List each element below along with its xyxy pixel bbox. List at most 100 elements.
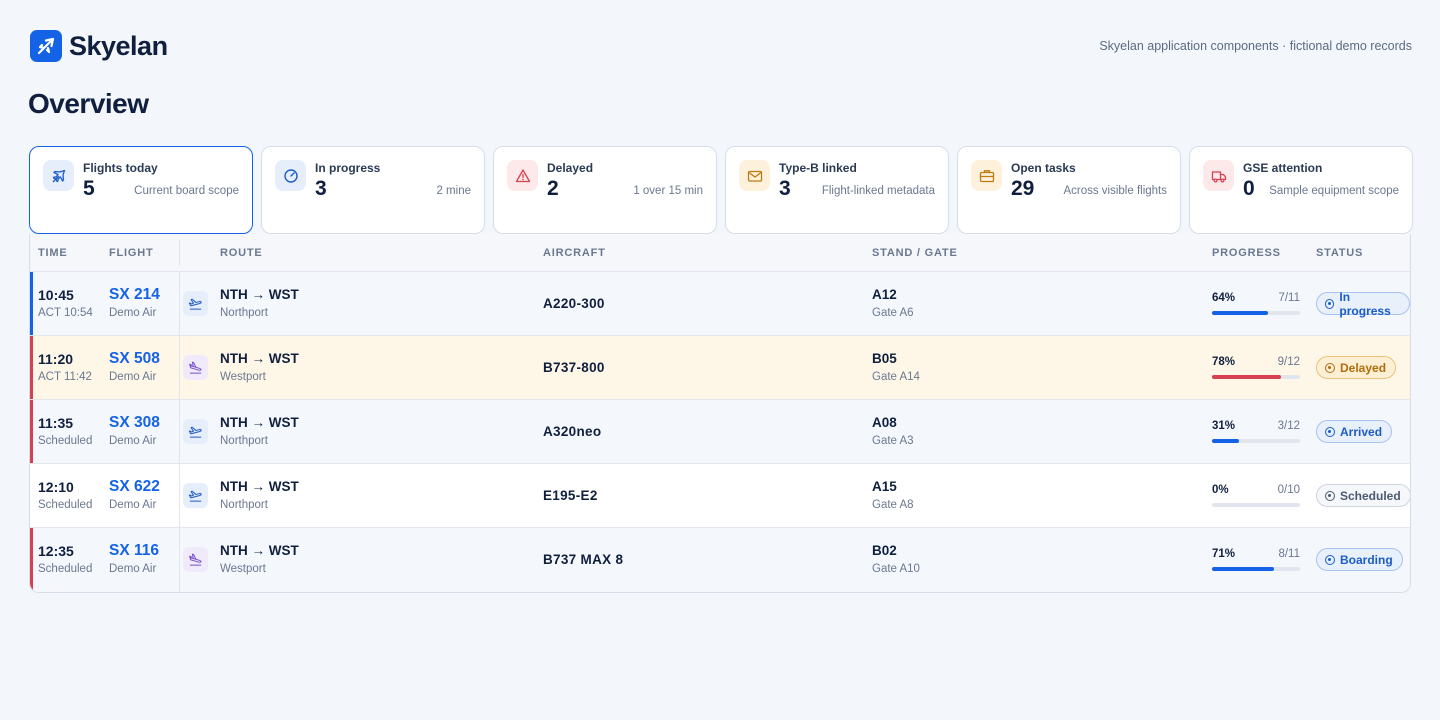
progress-fill	[1212, 375, 1281, 379]
progress-count: 0/10	[1277, 484, 1300, 496]
status-badge[interactable]: Boarding	[1316, 548, 1403, 571]
card-value: 0	[1243, 177, 1255, 200]
row-gate: Gate A3	[872, 435, 914, 447]
progress-count: 9/12	[1277, 356, 1300, 368]
row-stand: B02	[872, 543, 897, 558]
col-header-status[interactable]: STATUS	[1316, 247, 1363, 259]
col-header-progress[interactable]: PROGRESS	[1212, 247, 1281, 259]
table-row[interactable]: 10:45 ACT 10:54 SX 214 Demo Air NTH → WS…	[30, 272, 1410, 336]
col-header-time[interactable]: TIME	[38, 247, 67, 259]
row-aircraft: A320neo	[543, 424, 602, 439]
arrival-icon	[183, 355, 208, 380]
row-gate: Gate A6	[872, 307, 914, 319]
card-in-progress[interactable]: In progress 3 2 mine	[261, 146, 485, 234]
progress-bar	[1212, 311, 1300, 315]
gauge-icon	[275, 160, 306, 191]
flight-link[interactable]: SX 214	[109, 286, 160, 304]
logo-plane-icon	[30, 30, 62, 62]
app-name: Skyelan	[69, 30, 168, 61]
row-airline: Demo Air	[109, 435, 157, 447]
status-badge[interactable]: In progress	[1316, 290, 1410, 318]
progress-bar	[1212, 567, 1300, 571]
card-flights-today[interactable]: Flights today 5 Current board scope	[29, 146, 253, 234]
row-gate: Gate A10	[872, 563, 920, 575]
card-label: Type-B linked	[779, 161, 857, 175]
status-label: Arrived	[1340, 424, 1383, 439]
status-label: Scheduled	[1340, 488, 1401, 503]
table-row[interactable]: 12:35 Scheduled SX 116 Demo Air NTH → WS…	[30, 528, 1410, 592]
row-stand: A12	[872, 287, 897, 302]
card-label: Delayed	[547, 161, 594, 175]
col-header-flight[interactable]: FLIGHT	[109, 247, 154, 259]
progress-bar	[1212, 375, 1300, 379]
departure-icon	[183, 291, 208, 316]
card-value: 2	[547, 177, 559, 200]
briefcase-icon	[971, 160, 1002, 191]
card-value: 3	[315, 177, 327, 200]
row-airline: Demo Air	[109, 563, 157, 575]
progress-percent: 0%	[1212, 484, 1229, 496]
mail-icon	[739, 160, 770, 191]
table-row[interactable]: 11:35 Scheduled SX 308 Demo Air NTH → WS…	[30, 400, 1410, 464]
departure-icon	[183, 419, 208, 444]
row-route-sub: Westport	[220, 563, 266, 575]
card-open-tasks[interactable]: Open tasks 29 Across visible flights	[957, 146, 1181, 234]
flight-link[interactable]: SX 308	[109, 414, 160, 432]
card-type-b-linked[interactable]: Type-B linked 3 Flight-linked metadata	[725, 146, 949, 234]
progress-fill	[1212, 567, 1275, 571]
row-stand: A15	[872, 479, 897, 494]
page-title: Overview	[28, 88, 149, 119]
card-label: Flights today	[83, 161, 158, 175]
progress-fill	[1212, 439, 1240, 443]
flight-link[interactable]: SX 508	[109, 350, 160, 368]
col-header-stand[interactable]: STAND / GATE	[872, 247, 958, 259]
card-value: 3	[779, 177, 791, 200]
warning-icon	[507, 160, 538, 191]
departure-icon	[183, 483, 208, 508]
column-divider	[179, 240, 180, 266]
card-sub: 1 over 15 min	[633, 185, 703, 197]
col-header-route[interactable]: ROUTE	[220, 247, 263, 259]
card-gse-attention[interactable]: GSE attention 0 Sample equipment scope	[1189, 146, 1413, 234]
status-badge[interactable]: Arrived	[1316, 420, 1393, 443]
status-badge[interactable]: Delayed	[1316, 356, 1397, 379]
row-time-sub: Scheduled	[38, 499, 93, 511]
table-row[interactable]: 12:10 Scheduled SX 622 Demo Air NTH → WS…	[30, 464, 1410, 528]
status-label: Boarding	[1340, 552, 1393, 567]
row-time-sub: Scheduled	[38, 563, 93, 575]
row-indicator	[30, 400, 33, 463]
app-header: Skyelan Skyelan application components ·…	[30, 30, 1412, 62]
progress-bar	[1212, 503, 1300, 507]
row-airline: Demo Air	[109, 371, 157, 383]
row-airline: Demo Air	[109, 499, 157, 511]
row-indicator	[30, 272, 33, 335]
table-row[interactable]: 11:20 ACT 11:42 SX 508 Demo Air NTH → WS…	[30, 336, 1410, 400]
row-route-sub: Westport	[220, 371, 266, 383]
progress-percent: 71%	[1212, 548, 1236, 560]
truck-icon	[1203, 160, 1234, 191]
status-badge[interactable]: Scheduled	[1316, 484, 1410, 507]
row-gate: Gate A8	[872, 499, 914, 511]
card-delayed[interactable]: Delayed 2 1 over 15 min	[493, 146, 717, 234]
row-time: 12:10	[38, 479, 74, 495]
row-time: 12:35	[38, 543, 74, 559]
progress-percent: 64%	[1212, 292, 1236, 304]
status-label: Delayed	[1340, 360, 1387, 375]
row-time-sub: ACT 10:54	[38, 307, 93, 319]
progress-fill	[1212, 311, 1269, 315]
row-time-sub: ACT 11:42	[38, 371, 92, 383]
col-header-aircraft[interactable]: AIRCRAFT	[543, 247, 606, 259]
flight-link[interactable]: SX 622	[109, 478, 160, 496]
flights-table: TIME FLIGHT ROUTE AIRCRAFT STAND / GATE …	[29, 234, 1411, 593]
flight-link[interactable]: SX 116	[109, 542, 159, 560]
card-value: 5	[83, 177, 95, 200]
progress-count: 7/11	[1278, 292, 1300, 304]
card-sub: Sample equipment scope	[1269, 185, 1399, 197]
status-dot-icon	[1325, 554, 1335, 565]
row-route: NTH → WST	[220, 479, 299, 494]
card-value: 29	[1011, 177, 1035, 200]
summary-cards: Flights today 5 Current board scope In p…	[29, 146, 1413, 234]
status-dot-icon	[1325, 426, 1335, 437]
row-indicator	[30, 528, 33, 592]
progress-bar	[1212, 439, 1300, 443]
